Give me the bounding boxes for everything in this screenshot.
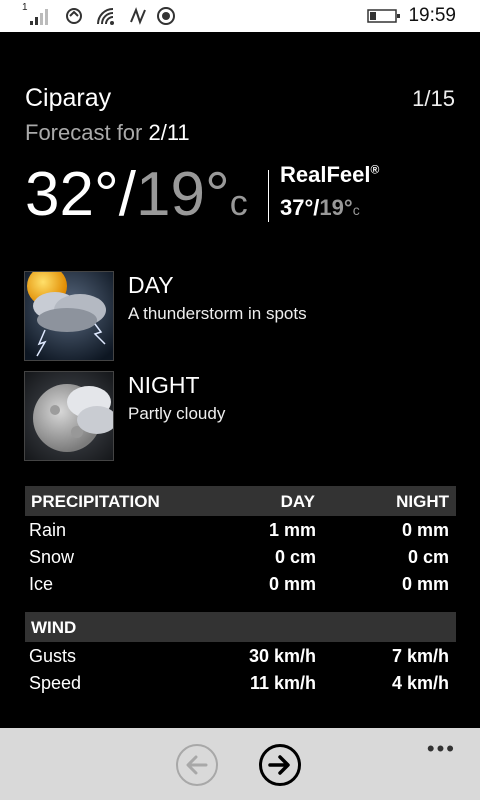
night-title: NIGHT: [128, 372, 200, 398]
forward-button[interactable]: [259, 744, 301, 786]
table-row: Speed 11 km/h 4 km/h: [29, 673, 449, 693]
battery-icon: [367, 6, 401, 26]
forecast-prefix: Forecast for: [25, 120, 149, 145]
night-description: Partly cloudy: [128, 404, 226, 423]
registered-mark: ®: [370, 162, 380, 177]
forecast-date: 2/11: [148, 120, 190, 145]
app-bar: •••: [0, 728, 480, 800]
wind-title: WIND: [31, 618, 77, 637]
temp-separator: /: [118, 160, 136, 229]
precipitation-title: PRECIPITATION: [31, 492, 160, 511]
precipitation-header: PRECIPITATION DAY NIGHT: [25, 486, 456, 516]
page-indicator[interactable]: 1/15: [412, 86, 455, 112]
wifi-icon: [95, 6, 117, 26]
temp-low: 19°: [136, 160, 230, 229]
thunderstorm-sun-icon: [24, 271, 114, 361]
city-name: Ciparay: [25, 84, 112, 112]
back-button[interactable]: [176, 744, 218, 786]
realfeel-unit: c: [352, 202, 360, 218]
location-icon: [156, 6, 176, 26]
table-row: Snow 0 cm 0 cm: [29, 547, 449, 567]
temp-high: 32°: [25, 160, 119, 229]
realfeel-low: 19°: [319, 195, 353, 220]
arrow-left-icon: [186, 755, 208, 775]
realfeel-label: RealFeel®: [280, 162, 380, 187]
data-sync-icon: [64, 6, 84, 26]
temp-unit: c: [229, 182, 248, 223]
col-day-header: DAY: [280, 492, 315, 511]
forecast-date-line: Forecast for 2/11: [25, 120, 190, 146]
table-row: Ice 0 mm 0 mm: [29, 574, 449, 594]
realfeel-temps: 37°/19°c: [280, 195, 360, 221]
table-row: Gusts 30 km/h 7 km/h: [29, 646, 449, 666]
col-night-header: NIGHT: [396, 492, 449, 511]
status-bar: 1 19:59: [0, 0, 480, 32]
partly-cloudy-moon-icon: [24, 371, 114, 461]
nfc-icon: [127, 6, 149, 26]
realfeel-high: 37°: [280, 195, 314, 220]
signal-bars-icon: [24, 6, 52, 26]
more-options-button[interactable]: •••: [427, 736, 456, 762]
day-description: A thunderstorm in spots: [128, 304, 307, 323]
sim-indicator: 1: [22, 2, 28, 13]
table-row: Rain 1 mm 0 mm: [29, 520, 449, 540]
temperature-display: 32°/19°c: [25, 160, 248, 230]
clock: 19:59: [408, 5, 456, 26]
arrow-right-icon: [268, 755, 290, 775]
realfeel-divider: [268, 170, 269, 222]
day-title: DAY: [128, 272, 174, 298]
wind-header: WIND: [25, 612, 456, 642]
